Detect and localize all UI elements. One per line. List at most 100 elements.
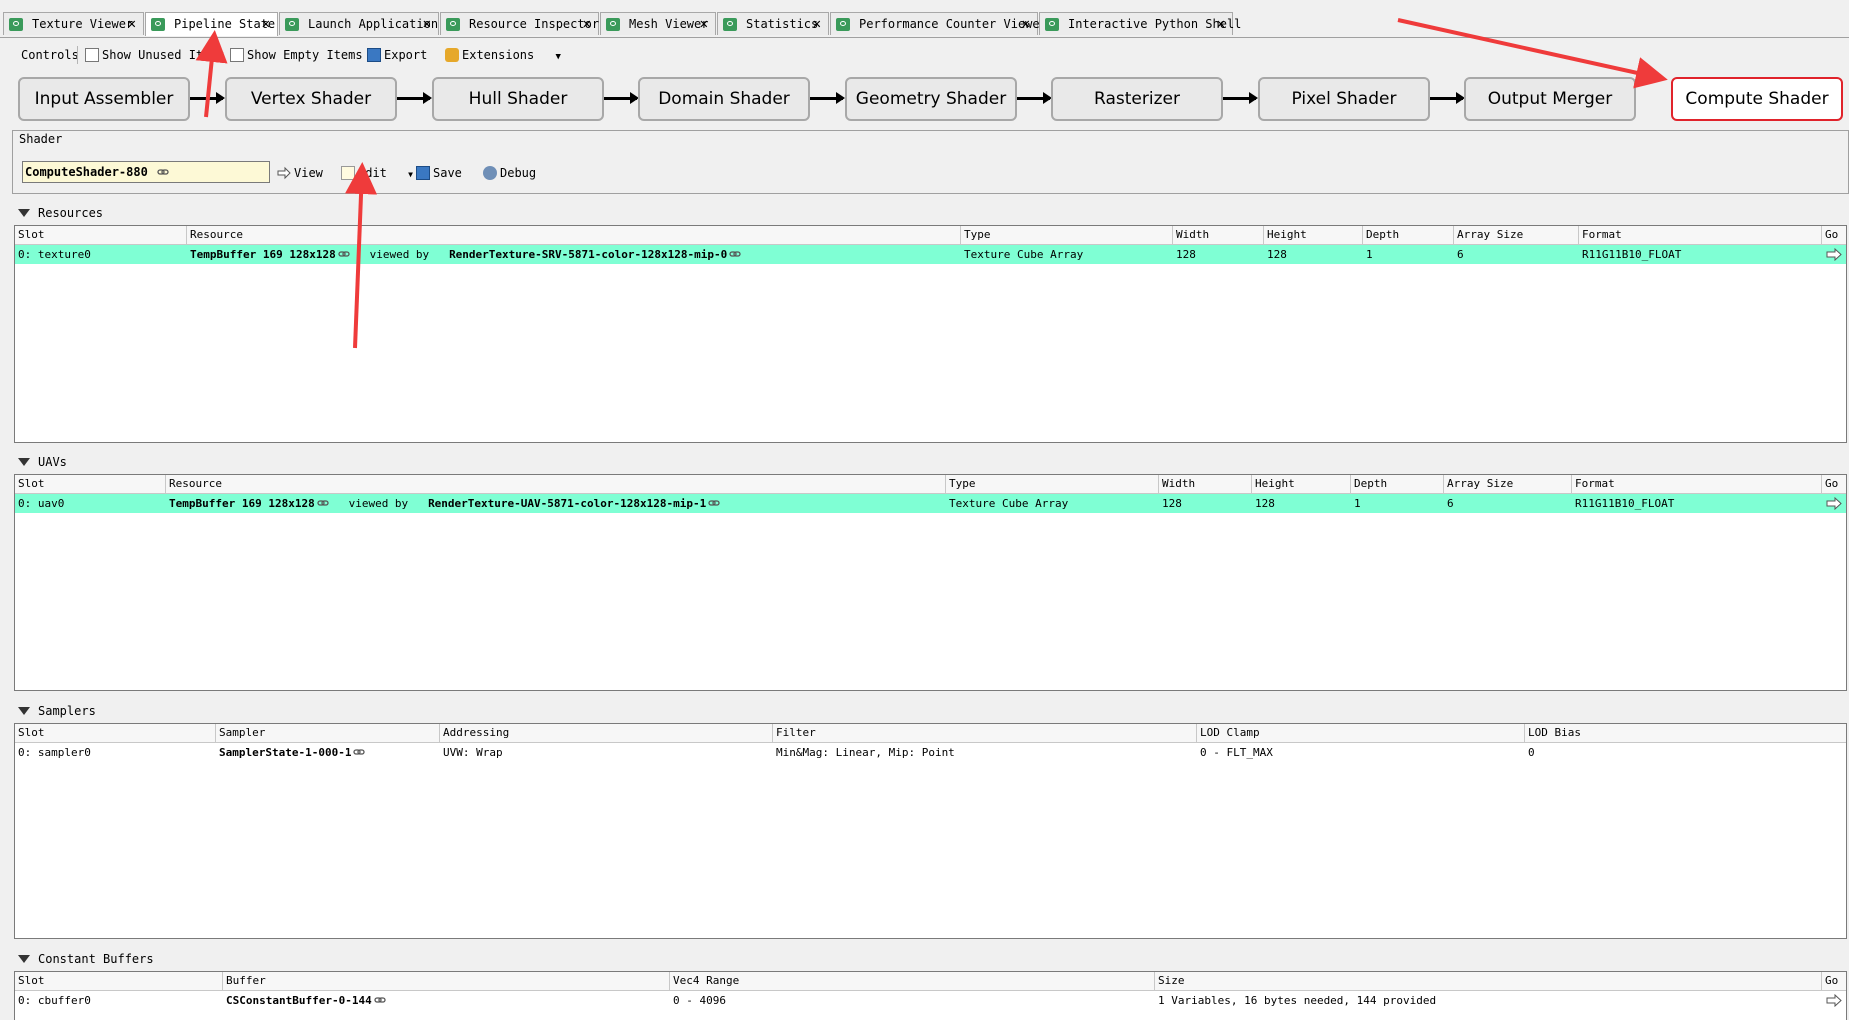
column-header[interactable]: Addressing xyxy=(440,724,773,742)
constant-buffers-section-header[interactable]: Constant Buffers xyxy=(12,950,1849,968)
link-icon[interactable] xyxy=(157,167,169,177)
link-icon[interactable] xyxy=(708,498,720,508)
debug-button[interactable]: Debug xyxy=(483,165,536,181)
collapse-triangle-icon[interactable] xyxy=(18,209,30,217)
link-icon[interactable] xyxy=(729,249,741,259)
table-row[interactable]: 0: uav0 TempBuffer 169 128x128 viewed by… xyxy=(15,494,1846,513)
tab-pipeline-state[interactable]: Pipeline State ✕ xyxy=(145,12,278,36)
column-header[interactable]: Depth xyxy=(1351,475,1444,493)
column-header[interactable]: Vec4 Range xyxy=(670,972,1155,990)
save-button[interactable]: Save xyxy=(416,165,462,181)
tab-label: Pipeline State xyxy=(174,17,276,31)
sampler-name[interactable]: SamplerState-1-000-1 xyxy=(219,746,351,759)
link-icon[interactable] xyxy=(353,747,366,757)
stage-output-merger[interactable]: Output Merger xyxy=(1464,77,1636,121)
column-header[interactable]: Depth xyxy=(1363,226,1454,244)
column-header[interactable]: Slot xyxy=(15,724,216,742)
format-cell: R11G11B10_FLOAT xyxy=(1575,497,1675,510)
table-row[interactable]: 0: cbuffer0 CSConstantBuffer-0-144 0 - 4… xyxy=(15,991,1846,1010)
link-icon[interactable] xyxy=(374,995,386,1005)
close-icon[interactable]: ✕ xyxy=(128,13,136,35)
table-row[interactable]: 0: texture0 TempBuffer 169 128x128 viewe… xyxy=(15,245,1846,264)
stage-compute-shader[interactable]: Compute Shader xyxy=(1671,77,1843,121)
column-header[interactable]: Width xyxy=(1173,226,1264,244)
chevron-down-icon[interactable]: ▼ xyxy=(408,170,413,179)
resource-name[interactable]: TempBuffer 169 128x128 xyxy=(190,248,336,261)
resource-name[interactable]: TempBuffer 169 128x128 xyxy=(169,497,315,510)
stage-rasterizer[interactable]: Rasterizer xyxy=(1051,77,1223,121)
stage-input-assembler[interactable]: Input Assembler xyxy=(18,77,190,121)
column-header[interactable]: Size xyxy=(1155,972,1822,990)
save-label: Save xyxy=(433,166,462,180)
shader-group-title: Shader xyxy=(19,132,63,146)
view-name[interactable]: RenderTexture-SRV-5871-color-128x128-mip… xyxy=(449,248,727,261)
stage-pixel-shader[interactable]: Pixel Shader xyxy=(1258,77,1430,121)
column-header[interactable]: Slot xyxy=(15,972,223,990)
tab-mesh-viewer[interactable]: Mesh Viewer ✕ xyxy=(600,12,716,35)
shader-name-field[interactable]: ComputeShader-880 xyxy=(22,161,270,183)
column-header[interactable]: Height xyxy=(1264,226,1363,244)
close-icon[interactable]: ✕ xyxy=(262,13,270,35)
stage-vertex-shader[interactable]: Vertex Shader xyxy=(225,77,397,121)
column-header[interactable]: Array Size xyxy=(1444,475,1572,493)
chevron-down-icon[interactable]: ▼ xyxy=(555,52,560,62)
close-icon[interactable]: ✕ xyxy=(813,13,821,35)
column-header[interactable]: Height xyxy=(1252,475,1351,493)
go-arrow-icon[interactable] xyxy=(1826,994,1842,1007)
view-name[interactable]: RenderTexture-UAV-5871-color-128x128-mip… xyxy=(428,497,706,510)
collapse-triangle-icon[interactable] xyxy=(18,458,30,466)
column-header[interactable]: Array Size xyxy=(1454,226,1579,244)
edit-button[interactable]: Edit ▼ xyxy=(341,165,413,183)
export-button[interactable]: Export xyxy=(367,45,427,65)
tab-performance-counter-viewer[interactable]: Performance Counter Viewer ✕ xyxy=(830,12,1047,35)
column-header[interactable]: Type xyxy=(946,475,1159,493)
samplers-section-header[interactable]: Samplers xyxy=(12,702,1849,720)
extensions-button[interactable]: Extensions ▼ xyxy=(445,45,561,65)
column-header[interactable]: Buffer xyxy=(223,972,670,990)
column-header[interactable]: Filter xyxy=(773,724,1197,742)
window-icon xyxy=(836,18,850,31)
column-header[interactable]: Resource xyxy=(166,475,946,493)
link-icon[interactable] xyxy=(338,249,350,259)
tab-interactive-python-shell[interactable]: Interactive Python Shell ✕ xyxy=(1039,12,1241,35)
tab-texture-viewer[interactable]: Texture Viewer ✕ xyxy=(3,12,144,35)
column-header[interactable]: Go xyxy=(1822,475,1848,493)
link-icon[interactable] xyxy=(317,498,329,508)
column-header[interactable]: Width xyxy=(1159,475,1252,493)
column-header[interactable]: Resource xyxy=(187,226,961,244)
edit-icon xyxy=(341,166,355,180)
go-arrow-icon[interactable] xyxy=(1826,497,1842,510)
go-arrow-icon[interactable] xyxy=(1826,248,1842,261)
column-header[interactable]: Slot xyxy=(15,475,166,493)
column-header[interactable]: Type xyxy=(961,226,1173,244)
close-icon[interactable]: ✕ xyxy=(1022,13,1030,35)
collapse-triangle-icon[interactable] xyxy=(18,955,30,963)
close-icon[interactable]: ✕ xyxy=(1217,13,1225,35)
table-row[interactable]: 0: sampler0 SamplerState-1-000-1 UVW: Wr… xyxy=(15,743,1846,762)
collapse-triangle-icon[interactable] xyxy=(18,707,30,715)
show-empty-items-button[interactable]: Show Empty Items xyxy=(230,45,363,65)
tab-resource-inspector[interactable]: Resource Inspector ✕ xyxy=(440,12,599,35)
view-button[interactable]: View xyxy=(277,165,323,181)
column-header[interactable]: Format xyxy=(1579,226,1822,244)
tab-statistics[interactable]: Statistics ✕ xyxy=(717,12,829,35)
column-header[interactable]: Format xyxy=(1572,475,1822,493)
extensions-label: Extensions xyxy=(462,48,535,62)
show-unused-items-button[interactable]: Show Unused Items xyxy=(85,45,225,65)
buffer-name[interactable]: CSConstantBuffer-0-144 xyxy=(226,994,372,1007)
close-icon[interactable]: ✕ xyxy=(700,13,708,35)
column-header[interactable]: LOD Bias xyxy=(1525,724,1848,742)
stage-domain-shader[interactable]: Domain Shader xyxy=(638,77,810,121)
close-icon[interactable]: ✕ xyxy=(423,13,431,35)
stage-hull-shader[interactable]: Hull Shader xyxy=(432,77,604,121)
column-header[interactable]: Slot xyxy=(15,226,187,244)
tab-launch-application[interactable]: Launch Application ✕ xyxy=(279,12,439,35)
column-header[interactable]: Go xyxy=(1822,972,1848,990)
column-header[interactable]: Sampler xyxy=(216,724,440,742)
stage-geometry-shader[interactable]: Geometry Shader xyxy=(845,77,1017,121)
column-header[interactable]: Go xyxy=(1822,226,1848,244)
column-header[interactable]: LOD Clamp xyxy=(1197,724,1525,742)
resources-section-header[interactable]: Resources xyxy=(12,204,1849,222)
uavs-section-header[interactable]: UAVs xyxy=(12,453,1849,471)
close-icon[interactable]: ✕ xyxy=(583,13,591,35)
